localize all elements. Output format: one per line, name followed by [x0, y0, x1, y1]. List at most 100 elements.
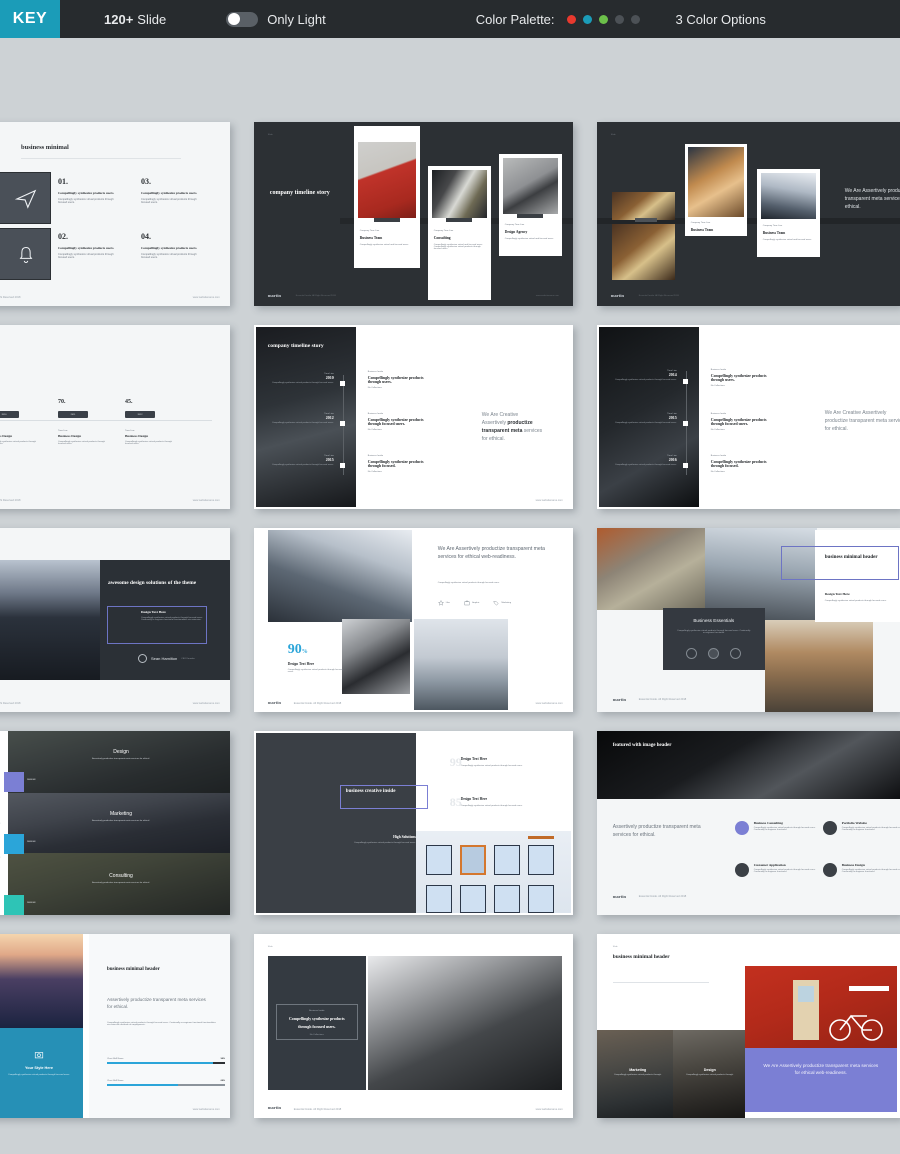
slide-title: business creative inside: [346, 789, 408, 796]
content-panel: Business Inside Compellingly synthesize …: [268, 956, 366, 1090]
globe-icon[interactable]: [708, 648, 719, 659]
slide-thumbnail[interactable]: Slide Business Inside Compellingly synth…: [254, 934, 573, 1118]
slide-thumbnail[interactable]: Slide company timeline story Company Tim…: [254, 122, 573, 306]
slide-thumbnail[interactable]: business creative inside High Solutions …: [254, 731, 573, 915]
slide-body-2: Compellingly synthesize virtual products…: [0, 857, 1, 861]
slide-title: company timeline story: [268, 343, 330, 350]
key-badge[interactable]: KEY: [0, 0, 60, 38]
palette-icon[interactable]: [4, 772, 24, 792]
slide-tag: Slide: [268, 134, 273, 136]
tile-label: Marketing: [607, 1068, 669, 1072]
panel-title: High Solutions: [342, 835, 416, 839]
timeline-card: Company Time Line Business Team: [685, 144, 747, 236]
timeline-card: Company Time Line Business Team Compelli…: [757, 169, 820, 257]
camera-icon[interactable]: [4, 834, 24, 854]
only-light-toggle-group[interactable]: Only Light: [226, 12, 326, 27]
rocket-icon[interactable]: [730, 648, 741, 659]
card-title: Business Team: [691, 228, 713, 232]
meta-label: Marketing: [501, 602, 511, 604]
slide-copyright: Essential Inside. All Right Reserved 201…: [296, 295, 336, 297]
block-note: No Collections: [711, 471, 767, 473]
right-text-line3: services: [522, 428, 542, 434]
feature-item: Customer Application Compellingly synthe…: [735, 863, 818, 877]
link-icon[interactable]: [4, 895, 24, 915]
stat-body: Compellingly synthesize virtual products…: [461, 765, 535, 767]
color-palette-dots[interactable]: [567, 15, 640, 24]
slide-website: www.websitename.com: [193, 1108, 220, 1111]
block-sub: through users.: [711, 378, 767, 382]
slide-thumbnail[interactable]: featured with image header Assertively p…: [597, 731, 900, 915]
slide-title: business minimal: [21, 144, 69, 153]
card-eyebrow: Company Time Line: [360, 230, 379, 232]
slide-canvas: Business Essentials Compellingly synthes…: [597, 528, 900, 712]
window-shape: [494, 845, 520, 875]
slide-title: featured with image header: [613, 743, 685, 750]
slide-count-label: 120+ Slide: [104, 12, 166, 27]
feature-title: Customer Application: [754, 863, 818, 867]
slide-thumbnail[interactable]: Slide Company Time Line Business Team Co…: [597, 122, 900, 306]
card-title: Design Text Here: [141, 610, 203, 614]
slide-canvas: featured with image header Assertively p…: [597, 731, 900, 915]
slide-thumbnail[interactable]: awesome design solutions of the theme De…: [0, 528, 230, 712]
slide-thumbnail[interactable]: Time Line 2014 Compellingly synthesize v…: [597, 325, 900, 509]
palette-dot-4[interactable]: [631, 15, 640, 24]
slide-thumbnail[interactable]: company timeline story Time Line 2010 Co…: [254, 325, 573, 509]
overlay-text: We Are Assertively productize transparen…: [763, 1062, 879, 1077]
overlay-panel: We Are Assertively productize transparen…: [745, 1048, 897, 1112]
feature-title: Compellingly synthesize products users.: [141, 191, 203, 195]
card-eyebrow: Company Time Line: [505, 224, 524, 226]
feature-item: 02. Compellingly synthesize products use…: [58, 232, 120, 259]
gear-icon: [735, 821, 749, 835]
feature-item: Business Consulting Compellingly synthes…: [735, 821, 818, 835]
icon-tile: [0, 228, 51, 280]
palette-dot-3[interactable]: [615, 15, 624, 24]
stat-unit: %: [302, 649, 308, 655]
slide-body: Compellingly synthesize virtual products…: [0, 823, 1, 827]
photo: [0, 560, 103, 680]
clock-icon[interactable]: [686, 648, 697, 659]
photo: [0, 934, 83, 1028]
stat-body: Compellingly synthesize virtual products…: [288, 669, 348, 673]
content-block: Business Inside Compellingly synthesize …: [711, 369, 767, 387]
author-row: Sean Hamilton CEO Founder: [138, 654, 195, 663]
photo: [688, 147, 744, 217]
photo: [597, 528, 705, 610]
feature-title: Business Consulting: [754, 821, 818, 825]
palette-dot-0[interactable]: [567, 15, 576, 24]
timeline-year: 2015: [615, 415, 677, 420]
block-eyebrow: Business Inside: [368, 371, 424, 373]
card-body: Compellingly synthesize virtual and focu…: [505, 238, 555, 240]
slide-thumbnail[interactable]: We Are Assertively productize transparen…: [254, 528, 573, 712]
slide-thumbnail[interactable]: Slide business minimal header Marketing …: [597, 934, 900, 1118]
slide-title: company timeline story: [270, 190, 336, 198]
stat-title: Design Text Here: [461, 757, 487, 761]
meta-label: Like: [446, 602, 450, 604]
timeline-year: 2014: [615, 372, 677, 377]
window-shape: [460, 885, 486, 913]
slide-brand: martin: [268, 1105, 281, 1110]
bar-value: 90%: [221, 1058, 225, 1060]
slide-thumbnail[interactable]: timeline 85. 2010 Time Line Business Des…: [0, 325, 230, 509]
meta-item[interactable]: Like: [438, 600, 450, 606]
stat-value: 70.: [58, 399, 110, 405]
palette-dot-1[interactable]: [583, 15, 592, 24]
year-badge: [635, 218, 657, 222]
slide-website: www.websitename.com: [193, 702, 220, 705]
meta-item[interactable]: Marketing: [493, 600, 511, 606]
slide-thumbnail[interactable]: business minimal Compellingly synthesize…: [0, 731, 230, 915]
slide-thumbnail[interactable]: Your Style Here Compellingly synthesize …: [0, 934, 230, 1118]
tile-body: Assertively productize transparent meta …: [8, 882, 230, 884]
slide-thumbnail[interactable]: business minimal: [0, 122, 230, 306]
right-text-line4: for ethical.: [482, 436, 505, 442]
slide-right-text: We Are Creative Assertively productize t…: [825, 409, 900, 433]
timeline-item: Time Line 2014 Compellingly synthesize v…: [615, 370, 677, 381]
slide-copyright: Essential Inside. All Right Reserved 201…: [0, 499, 20, 502]
photo: [761, 173, 816, 219]
illustration: [416, 831, 571, 913]
meta-item[interactable]: Graphic: [464, 600, 480, 606]
slide-thumbnail[interactable]: Business Essentials Compellingly synthes…: [597, 528, 900, 712]
only-light-toggle[interactable]: [226, 12, 258, 27]
slide-row: business minimal: [0, 122, 900, 306]
palette-dot-2[interactable]: [599, 15, 608, 24]
block-note: No Collections: [368, 429, 424, 431]
